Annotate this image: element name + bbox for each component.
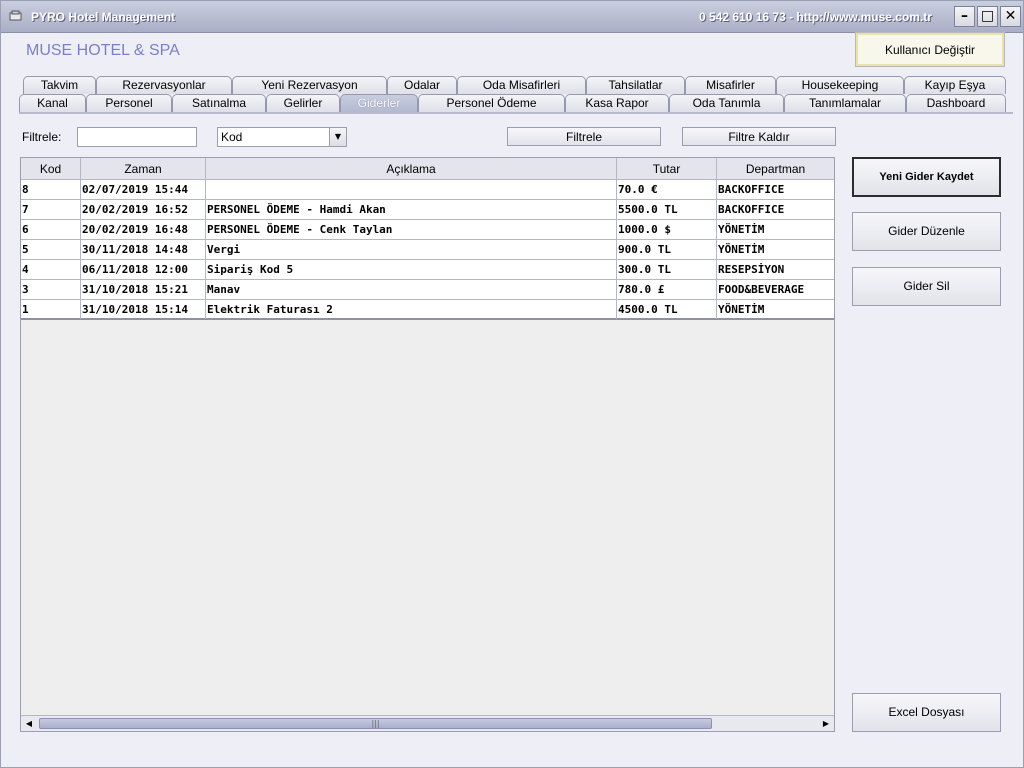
tab-housekeeping[interactable]: Housekeeping (776, 76, 904, 94)
tab-kayip-esya[interactable]: Kayıp Eşya (904, 76, 1006, 94)
cell-aciklama: PERSONEL ÖDEME - Cenk Taylan (206, 220, 617, 239)
filter-input[interactable] (77, 127, 197, 147)
scroll-right-icon[interactable]: ▶ (818, 716, 834, 731)
cell-departman: YÖNETİM (718, 223, 765, 236)
table-row[interactable]: 8 02/07/2019 15:44 70.0 € BACKOFFICE (21, 180, 834, 200)
tab-tanimlamalar[interactable]: Tanımlamalar (784, 94, 906, 112)
tab-kasa-rapor[interactable]: Kasa Rapor (565, 94, 669, 112)
new-expense-button[interactable]: Yeni Gider Kaydet (852, 157, 1001, 197)
cell-departman: BACKOFFICE (718, 203, 785, 216)
table-row[interactable]: 5 30/11/2018 14:48 Vergi 900.0 TL YÖNETİ… (21, 240, 834, 260)
tab-misafirler[interactable]: Misafirler (685, 76, 776, 94)
close-button[interactable]: ✕ (1000, 6, 1021, 27)
table-row[interactable]: 6 20/02/2019 16:48 PERSONEL ÖDEME - Cenk… (21, 220, 834, 240)
cell-departman: YÖNETİM (718, 243, 765, 256)
chevron-down-icon[interactable]: ▼ (329, 128, 346, 146)
close-icon: ✕ (1004, 8, 1017, 24)
tab-personel-odeme[interactable]: Personel Ödeme (418, 94, 565, 112)
tab-oda-misafirleri[interactable]: Oda Misafirleri (457, 76, 586, 94)
tab-tahsilatlar[interactable]: Tahsilatlar (586, 76, 685, 94)
table-row[interactable]: 4 06/11/2018 12:00 Sipariş Kod 5 300.0 T… (21, 260, 834, 280)
user-switch-button[interactable]: Kullanıcı Değiştir (855, 32, 1005, 67)
tab-dashboard[interactable]: Dashboard (906, 94, 1006, 112)
cell-departman: RESEPSİYON (718, 263, 785, 276)
column-header-tutar[interactable]: Tutar (617, 158, 717, 180)
cell-zaman: 31/10/2018 15:14 (81, 300, 206, 319)
maximize-button[interactable]: □ (977, 6, 998, 27)
filter-field-value: Kod (221, 130, 243, 144)
cell-tutar: 5500.0 TL (617, 200, 717, 219)
cell-aciklama: Sipariş Kod 5 (206, 260, 617, 279)
cell-zaman: 30/11/2018 14:48 (81, 240, 206, 259)
cell-aciklama: Elektrik Faturası 2 (206, 300, 617, 319)
title-bar[interactable]: PYRO Hotel Management 0 542 610 16 73 - … (1, 1, 1023, 33)
column-header-departman[interactable]: Departman (717, 158, 834, 180)
cell-tutar: 900.0 TL (617, 240, 717, 259)
tab-divider (19, 112, 1013, 114)
cell-zaman: 02/07/2019 15:44 (81, 180, 206, 199)
cell-kod: 7 (21, 200, 81, 219)
tab-rezervasyonlar[interactable]: Rezervasyonlar (96, 76, 232, 94)
cell-tutar: 300.0 TL (617, 260, 717, 279)
cell-kod: 4 (21, 260, 81, 279)
filter-button[interactable]: Filtrele (507, 127, 661, 146)
tab-satinalma[interactable]: Satınalma (172, 94, 266, 112)
cell-kod: 6 (21, 220, 81, 239)
table-body: 8 02/07/2019 15:44 70.0 € BACKOFFICE 7 2… (21, 180, 834, 320)
cell-departman: BACKOFFICE (718, 183, 785, 196)
contact-info: 0 542 610 16 73 - http://www.muse.com.tr (699, 10, 932, 24)
cell-kod: 3 (21, 280, 81, 299)
excel-export-button[interactable]: Excel Dosyası (852, 693, 1001, 732)
app-window: PYRO Hotel Management 0 542 610 16 73 - … (0, 0, 1024, 768)
cell-zaman: 20/02/2019 16:52 (81, 200, 206, 219)
tab-personel[interactable]: Personel (86, 94, 172, 112)
hotel-name: MUSE HOTEL & SPA (26, 42, 180, 59)
cell-departman: YÖNETİM (718, 303, 765, 316)
maximize-icon: □ (980, 8, 995, 24)
tab-giderler[interactable]: Giderler (340, 94, 418, 112)
cell-zaman: 06/11/2018 12:00 (81, 260, 206, 279)
cell-tutar: 1000.0 $ (617, 220, 717, 239)
minimize-button[interactable]: – (954, 6, 975, 27)
tab-yeni-rezervasyon[interactable]: Yeni Rezervasyon (232, 76, 387, 94)
minimize-icon: – (961, 8, 968, 24)
cell-tutar: 780.0 £ (617, 280, 717, 299)
cell-kod: 5 (21, 240, 81, 259)
tab-odalar[interactable]: Odalar (387, 76, 457, 94)
horizontal-scrollbar[interactable]: ◀ ||| ▶ (21, 715, 834, 731)
column-header-zaman[interactable]: Zaman (81, 158, 206, 180)
tab-takvim[interactable]: Takvim (23, 76, 96, 94)
cell-zaman: 20/02/2019 16:48 (81, 220, 206, 239)
remove-filter-button[interactable]: Filtre Kaldır (682, 127, 836, 146)
scroll-left-icon[interactable]: ◀ (21, 716, 37, 731)
delete-expense-button[interactable]: Gider Sil (852, 267, 1001, 306)
column-header-aciklama[interactable]: Açıklama (206, 158, 617, 180)
window-title: PYRO Hotel Management (31, 10, 176, 24)
tab-oda-tanimla[interactable]: Oda Tanımla (669, 94, 784, 112)
cell-aciklama: Manav (206, 280, 617, 299)
app-icon (9, 10, 22, 21)
table-row[interactable]: 7 20/02/2019 16:52 PERSONEL ÖDEME - Hamd… (21, 200, 834, 220)
cell-aciklama (206, 180, 617, 199)
cell-aciklama: Vergi (206, 240, 617, 259)
cell-zaman: 31/10/2018 15:21 (81, 280, 206, 299)
cell-aciklama: PERSONEL ÖDEME - Hamdi Akan (206, 200, 617, 219)
expenses-table: Kod Zaman Açıklama Tutar Departman 8 02/… (20, 157, 835, 732)
cell-departman: FOOD&BEVERAGE (718, 283, 805, 296)
tab-kanal[interactable]: Kanal (19, 94, 86, 112)
tab-gelirler[interactable]: Gelirler (266, 94, 340, 112)
filter-field-select[interactable]: Kod ▼ (217, 127, 347, 147)
cell-tutar: 70.0 € (617, 180, 717, 199)
edit-expense-button[interactable]: Gider Düzenle (852, 212, 1001, 251)
cell-kod: 8 (21, 180, 81, 199)
table-row[interactable]: 1 31/10/2018 15:14 Elektrik Faturası 2 4… (21, 300, 834, 320)
cell-kod: 1 (21, 300, 81, 319)
filter-label: Filtrele: (22, 130, 62, 144)
table-header: Kod Zaman Açıklama Tutar Departman (21, 158, 834, 180)
table-row[interactable]: 3 31/10/2018 15:21 Manav 780.0 £ FOOD&BE… (21, 280, 834, 300)
cell-tutar: 4500.0 TL (617, 300, 717, 319)
scrollbar-thumb[interactable]: ||| (39, 718, 712, 729)
column-header-kod[interactable]: Kod (21, 158, 81, 180)
